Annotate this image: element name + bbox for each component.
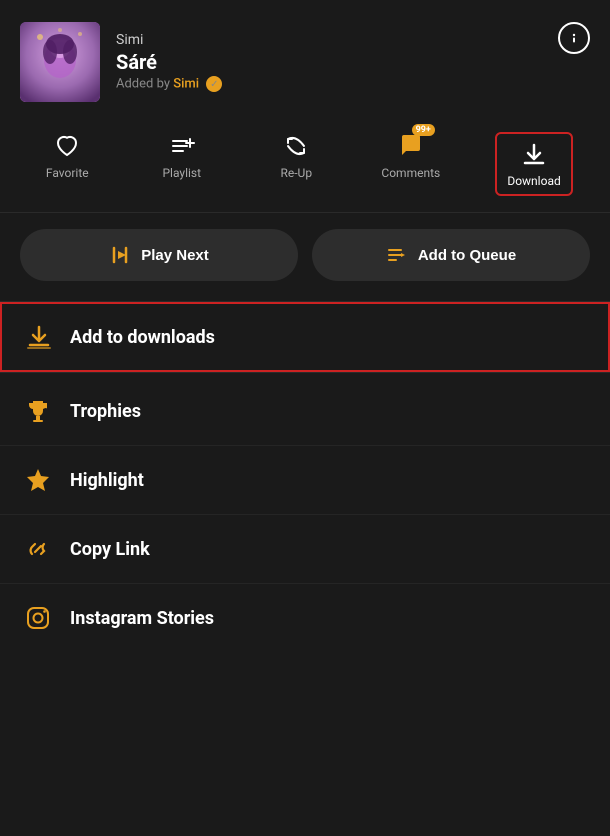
favorite-action[interactable]: Favorite [37,132,97,196]
reup-label: Re-Up [280,166,312,180]
favorite-icon [53,132,81,160]
download-action[interactable]: Download [495,132,572,196]
menu-item-highlight[interactable]: Highlight [0,446,610,515]
add-downloads-label: Add to downloads [70,327,215,348]
download-label: Download [507,174,560,188]
playlist-label: Playlist [162,166,201,180]
song-title: Sáré [116,50,590,74]
add-queue-button[interactable]: Add to Queue [312,229,590,281]
play-controls: Play Next Add to Queue [0,213,610,297]
comments-label: Comments [381,166,440,180]
song-info: Simi Sáré Added by Simi ✓ [116,32,590,92]
artist-name: Simi [116,32,590,48]
comments-action[interactable]: 99+ Comments [381,132,441,196]
action-icons-row: Favorite Playlist Re-Up [0,120,610,213]
copy-link-label: Copy Link [70,539,150,560]
favorite-label: Favorite [46,166,89,180]
add-queue-icon [386,244,408,266]
album-art [20,22,100,102]
reup-action[interactable]: Re-Up [266,132,326,196]
menu-items: Trophies Highlight Copy Link [0,377,610,652]
instagram-icon [24,604,52,632]
add-queue-label: Add to Queue [418,247,516,264]
song-header: Simi Sáré Added by Simi ✓ [0,0,610,120]
playlist-action[interactable]: Playlist [152,132,212,196]
add-downloads-icon [26,324,52,350]
comments-icon: 99+ [397,132,425,160]
verified-badge: ✓ [206,76,222,92]
highlight-label: Highlight [70,470,144,491]
play-next-button[interactable]: Play Next [20,229,298,281]
play-next-label: Play Next [141,247,209,264]
highlight-icon [24,466,52,494]
added-by-text: Added by Simi ✓ [116,76,590,92]
menu-item-instagram[interactable]: Instagram Stories [0,584,610,652]
comments-badge: 99+ [412,124,435,136]
reup-icon [282,132,310,160]
trophies-label: Trophies [70,401,141,422]
instagram-label: Instagram Stories [70,608,214,629]
add-downloads-button[interactable]: Add to downloads [0,302,610,372]
trophy-icon [24,397,52,425]
playlist-icon [168,132,196,160]
menu-item-copy-link[interactable]: Copy Link [0,515,610,584]
added-by-username: Simi [173,76,199,91]
info-button[interactable] [558,22,590,54]
play-next-icon [109,244,131,266]
add-downloads-section: Add to downloads [0,301,610,373]
menu-item-trophies[interactable]: Trophies [0,377,610,446]
download-icon [520,140,548,168]
link-icon [24,535,52,563]
